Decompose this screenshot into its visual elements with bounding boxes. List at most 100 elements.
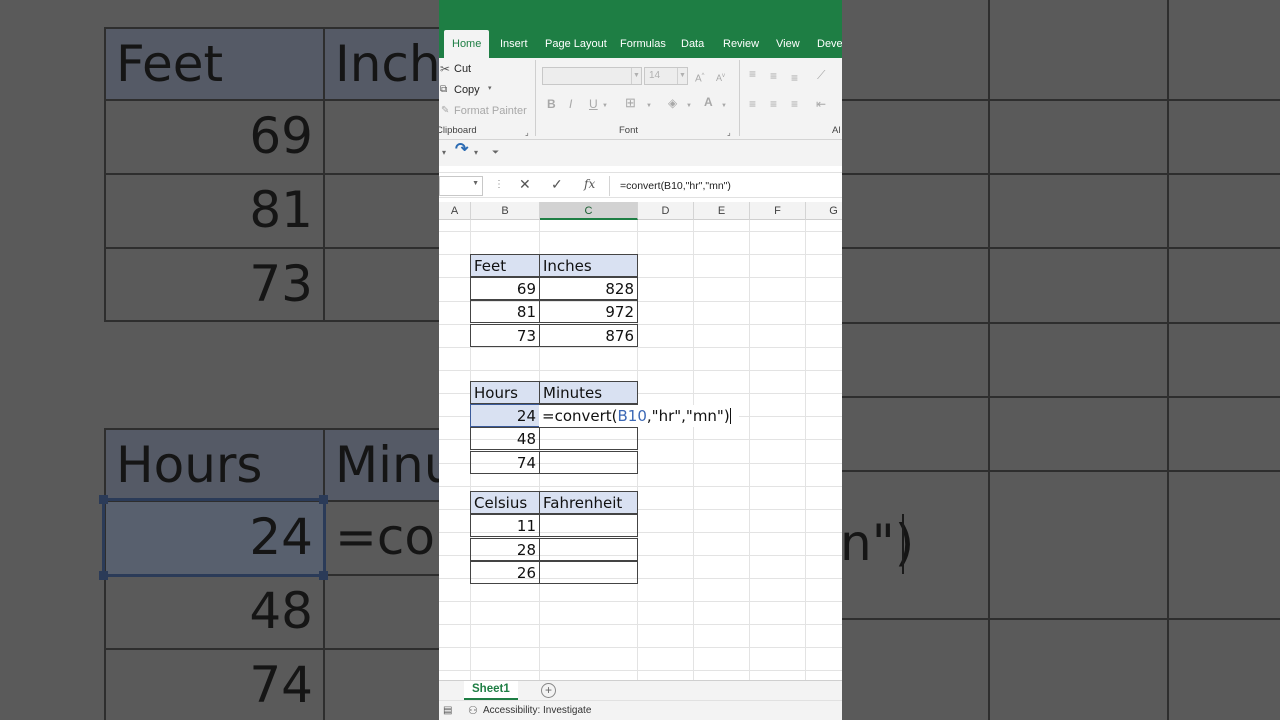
column-header-b[interactable]: B [471, 202, 540, 220]
table-header[interactable]: Fahrenheit [539, 491, 638, 515]
increase-font-icon[interactable]: A^ [695, 69, 705, 86]
table-cell[interactable]: 74 [470, 451, 540, 475]
table-cell[interactable] [539, 514, 638, 538]
decrease-font-icon[interactable]: Av [716, 69, 725, 85]
quick-access-toolbar: ▾ ↷ ▾ ⏷ [439, 140, 842, 166]
tab-page-layout[interactable]: Page Layout [545, 30, 607, 58]
tab-home[interactable]: Home [444, 30, 490, 58]
table-header[interactable]: Inches [539, 254, 638, 278]
tab-developer[interactable]: Devel [817, 30, 842, 58]
table-cell[interactable]: 81 [470, 300, 540, 324]
tab-formulas[interactable]: Formulas [620, 30, 666, 58]
chevron-down-icon: ▼ [472, 180, 479, 187]
bold-button[interactable]: B [547, 97, 556, 111]
table-cell[interactable] [539, 561, 638, 585]
table-cell[interactable]: 28 [470, 538, 540, 562]
table-cell[interactable]: 48 [470, 427, 540, 451]
sheet-tab[interactable]: Sheet1 [464, 681, 518, 700]
table-header[interactable]: Feet [470, 254, 540, 278]
table-cell[interactable]: 828 [539, 277, 638, 301]
chevron-down-icon[interactable]: ▼ [602, 99, 608, 113]
font-name-dropdown[interactable]: ▼ [542, 67, 642, 85]
align-center-icon[interactable]: ≡ [770, 97, 777, 111]
tab-view[interactable]: View [776, 30, 800, 58]
cancel-icon[interactable]: ✕ [519, 177, 531, 191]
column-header-c[interactable]: C [540, 202, 638, 220]
column-header-a[interactable]: A [439, 202, 471, 220]
table-cell-referenced[interactable]: 24 [470, 404, 540, 428]
copy-button[interactable]: Copy [454, 84, 480, 96]
text-cursor [729, 408, 731, 424]
gridline [439, 647, 842, 648]
chevron-down-icon[interactable]: ▼ [721, 99, 727, 113]
table-cell[interactable]: 73 [470, 324, 540, 348]
dialog-launcher-icon[interactable]: ⌟ [525, 126, 529, 140]
align-top-icon[interactable]: ≡ [749, 67, 756, 81]
align-middle-icon[interactable]: ≡ [770, 69, 777, 83]
bg-gridline [842, 322, 1280, 324]
formula-input[interactable]: =convert(B10,"hr","mn") [609, 176, 842, 196]
font-color-button[interactable]: A [704, 95, 713, 109]
tab-insert[interactable]: Insert [500, 30, 528, 58]
font-size-dropdown[interactable]: 14 ▼ [644, 67, 688, 85]
table-cell[interactable]: 69 [470, 277, 540, 301]
table-cell[interactable] [539, 451, 638, 475]
fill-color-icon[interactable]: ◈ [668, 96, 677, 110]
chevron-down-icon[interactable]: ▾ [488, 84, 492, 92]
cell-edit-text[interactable]: =convert(B10,"hr","mn") [539, 405, 739, 427]
gridline [439, 624, 842, 625]
bg-cell: 48 [104, 574, 325, 650]
decrease-indent-icon[interactable]: ⇤ [816, 97, 826, 111]
tab-data[interactable]: Data [681, 30, 704, 58]
column-header-g[interactable]: G [806, 202, 842, 220]
formula-suffix: ,"hr","mn") [646, 407, 730, 425]
align-bottom-icon[interactable]: ≡ [791, 71, 798, 85]
table-cell[interactable]: 26 [470, 561, 540, 585]
table-header[interactable]: Minutes [539, 381, 638, 405]
bg-gridline [842, 618, 1280, 620]
name-box[interactable]: ▼ [439, 176, 483, 196]
add-sheet-button[interactable]: + [541, 683, 556, 698]
format-painter-button[interactable]: Format Painter [454, 105, 527, 117]
table-cell[interactable]: 11 [470, 514, 540, 538]
bg-selection-outline [102, 498, 326, 577]
column-header-f[interactable]: F [750, 202, 806, 220]
enter-icon[interactable]: ✓ [551, 177, 563, 191]
column-headers: A B C D E F G [439, 202, 842, 220]
formula-prefix: =convert( [542, 407, 618, 425]
table-cell[interactable]: 972 [539, 300, 638, 324]
orientation-icon[interactable]: ⟋ [817, 68, 825, 82]
redo-icon[interactable]: ↷ [455, 142, 468, 158]
align-right-icon[interactable]: ≡ [791, 97, 798, 111]
chevron-down-icon[interactable]: ▼ [686, 99, 692, 113]
background-zoom-right: n") [842, 0, 1280, 720]
borders-icon[interactable]: ⊞ [625, 96, 636, 110]
column-header-e[interactable]: E [694, 202, 750, 220]
bg-cell [323, 247, 439, 322]
underline-button[interactable]: U [589, 97, 598, 111]
chevron-down-icon[interactable]: ▼ [646, 99, 652, 113]
chevron-down-icon[interactable]: ▾ [474, 146, 478, 160]
scissors-icon: ✂ [440, 62, 451, 76]
align-left-icon[interactable]: ≡ [749, 97, 756, 111]
worksheet-grid[interactable]: Feet Inches 69 828 81 972 73 876 Hours M… [439, 220, 842, 680]
accessibility-status[interactable]: Accessibility: Investigate [483, 701, 591, 720]
customize-toolbar-icon[interactable]: ⏷ [492, 145, 499, 159]
dialog-launcher-icon[interactable]: ⌟ [727, 126, 731, 140]
table-cell[interactable] [539, 427, 638, 451]
table-header[interactable]: Celsius [470, 491, 540, 515]
bg-formula-tail: n") [842, 514, 915, 572]
column-header-d[interactable]: D [638, 202, 694, 220]
chevron-down-icon: ▼ [631, 68, 641, 84]
cut-button[interactable]: Cut [454, 63, 471, 75]
italic-button[interactable]: I [569, 97, 572, 111]
insert-function-icon[interactable]: fx [584, 177, 595, 191]
excel-window: Home Insert Page Layout Formulas Data Re… [439, 0, 842, 720]
gridline [749, 220, 750, 680]
tab-review[interactable]: Review [723, 30, 759, 58]
table-cell[interactable] [539, 538, 638, 562]
formula-reference: B10 [617, 407, 647, 425]
chevron-down-icon[interactable]: ▾ [442, 146, 446, 160]
table-header[interactable]: Hours [470, 381, 540, 405]
table-cell[interactable]: 876 [539, 324, 638, 348]
